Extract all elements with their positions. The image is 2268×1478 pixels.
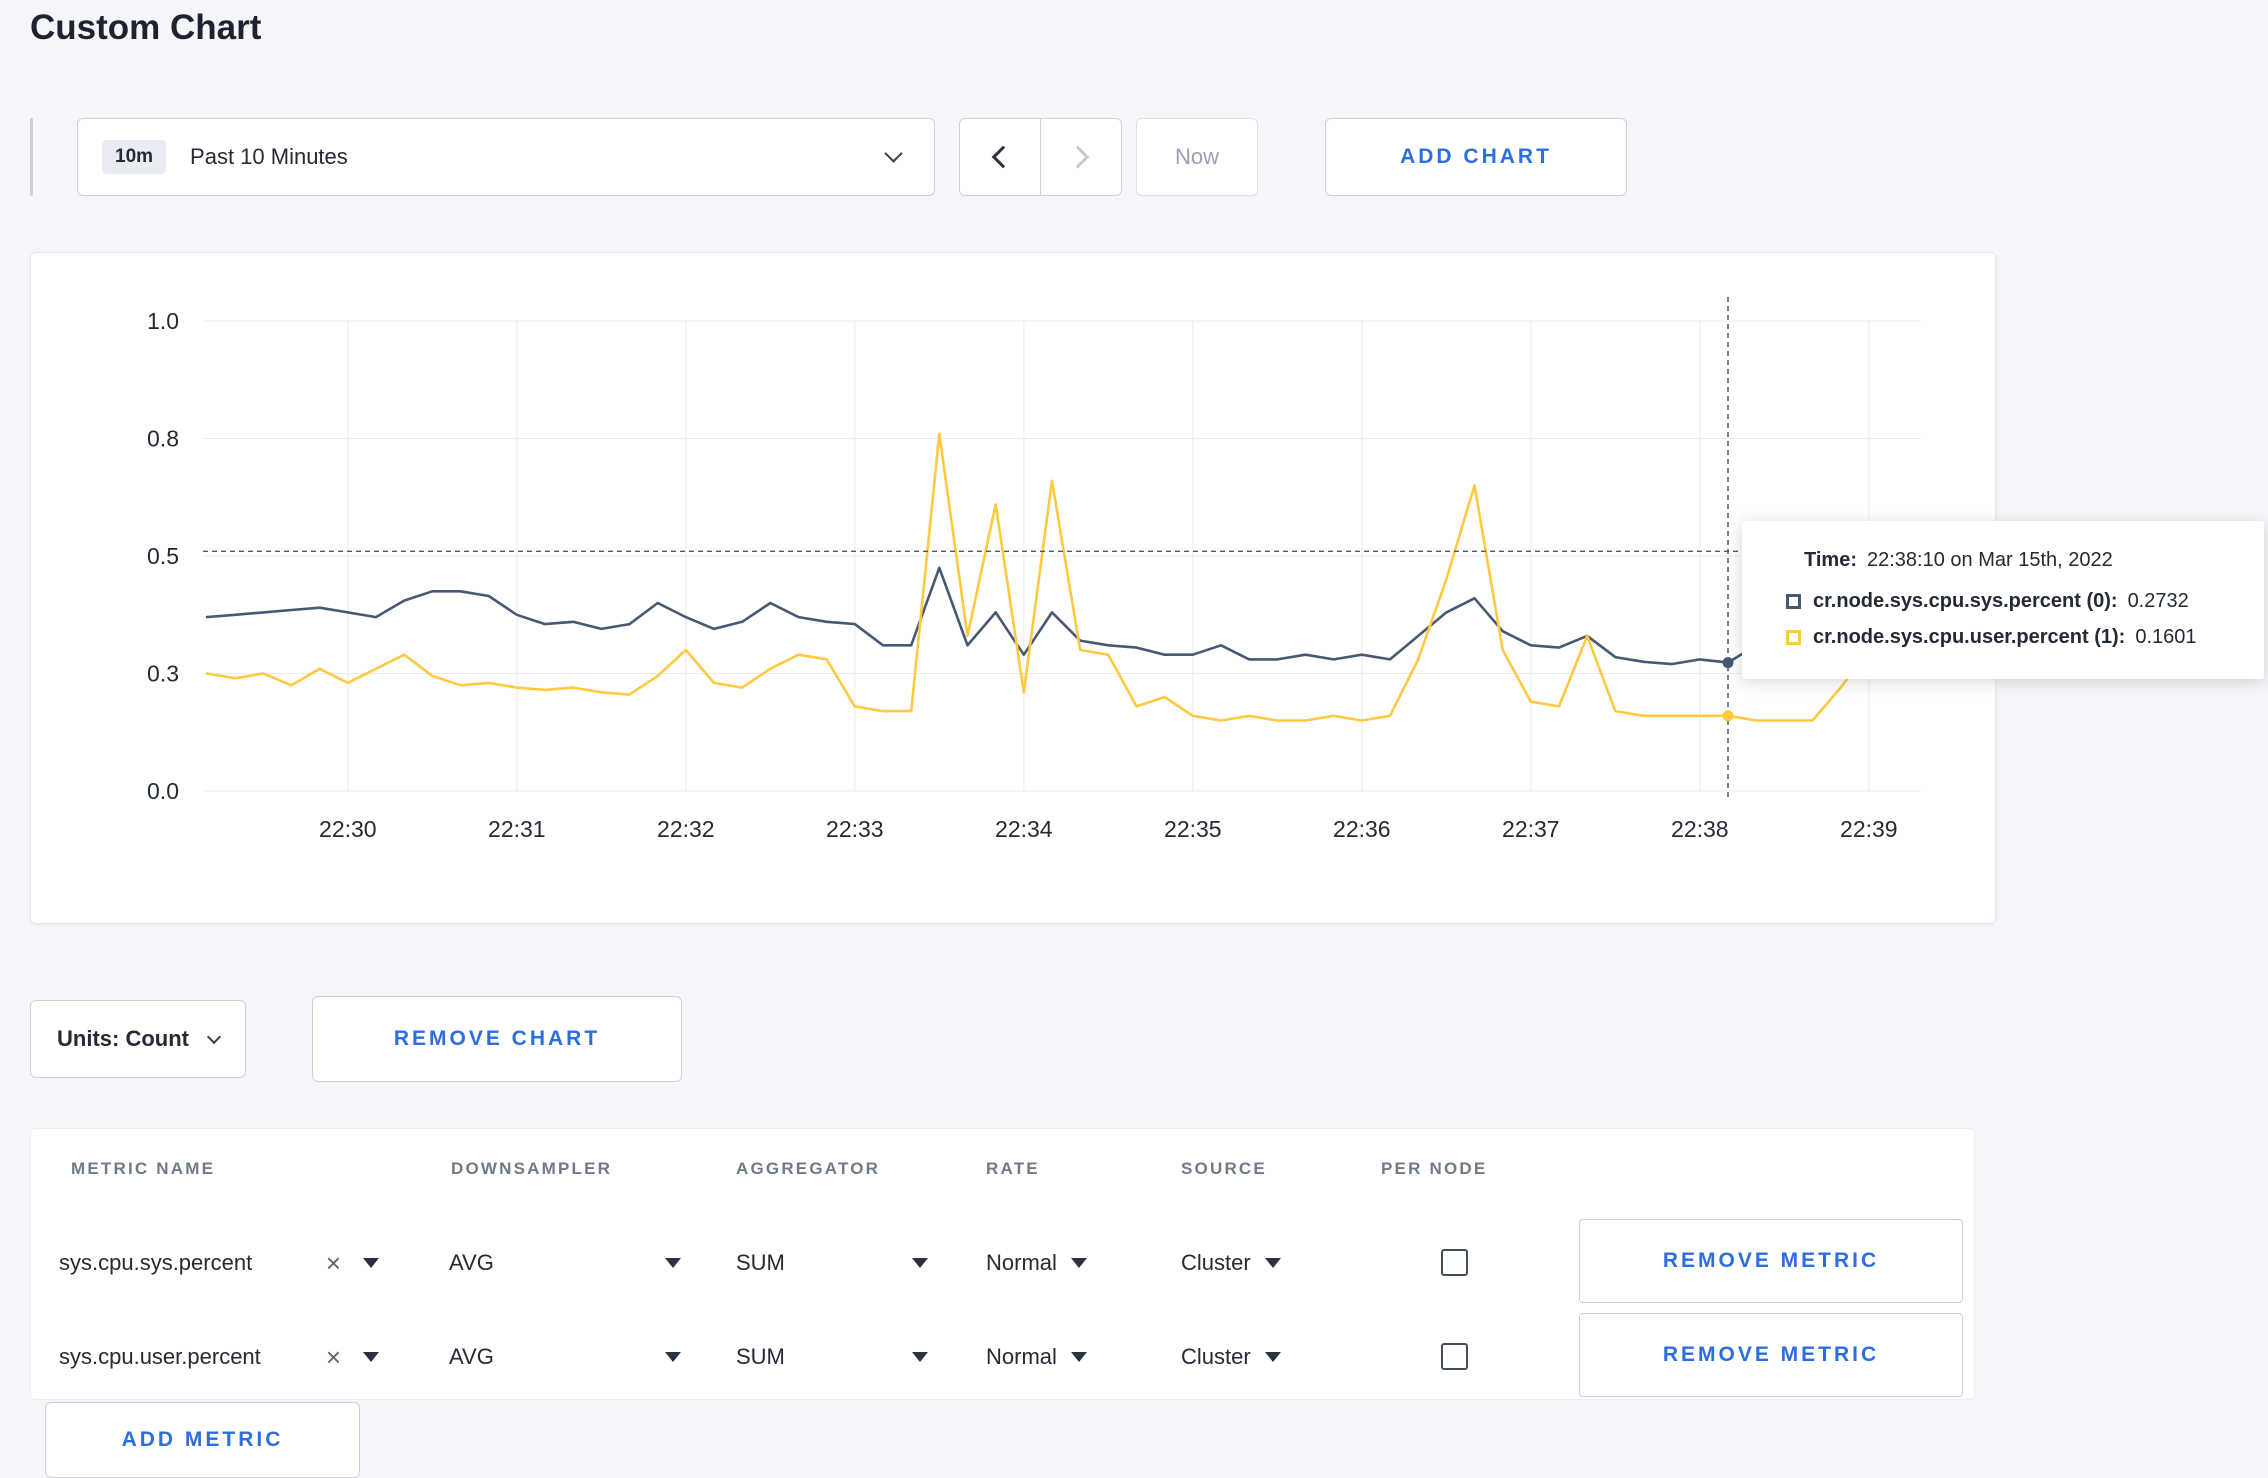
metric-name: sys.cpu.sys.percent xyxy=(59,1250,253,1275)
downsampler-select[interactable]: AVG xyxy=(449,1333,681,1381)
col-header-downsampler: DOWNSAMPLER xyxy=(451,1159,613,1178)
x-axis-label: 22:30 xyxy=(319,816,377,842)
rate-select[interactable]: Normal xyxy=(986,1239,1087,1287)
remove-token-icon[interactable]: × xyxy=(326,1344,341,1370)
col-header-aggregator: AGGREGATOR xyxy=(736,1159,881,1178)
chevron-down-icon xyxy=(206,1029,222,1045)
custom-chart-page: Custom Chart 10m Past 10 Minutes Now ADD… xyxy=(0,0,2268,1478)
time-prev-button[interactable] xyxy=(959,118,1041,196)
metric-name-select[interactable]: sys.cpu.user.percent × xyxy=(59,1333,379,1381)
x-axis-label: 22:34 xyxy=(995,816,1053,842)
x-axis-label: 22:35 xyxy=(1164,816,1222,842)
downsampler-value: AVG xyxy=(449,1250,494,1275)
page-title: Custom Chart xyxy=(30,8,262,47)
chart-tooltip: Time: 22:38:10 on Mar 15th, 2022 cr.node.… xyxy=(1742,521,2264,679)
units-label: Units: Count xyxy=(57,1026,189,1051)
col-header-rate: RATE xyxy=(986,1159,1040,1178)
tooltip-time-row: Time: 22:38:10 on Mar 15th, 2022 xyxy=(1804,549,2234,572)
remove-chart-button[interactable]: REMOVE CHART xyxy=(312,996,682,1082)
y-axis-label: 0.0 xyxy=(147,778,179,804)
series-user-swatch-icon xyxy=(1786,630,1801,645)
tooltip-series-label: cr.node.sys.cpu.user.percent (1): xyxy=(1813,626,2126,648)
add-chart-button[interactable]: ADD CHART xyxy=(1325,118,1627,196)
x-axis-label: 22:39 xyxy=(1840,816,1898,842)
tooltip-series-row: cr.node.sys.cpu.sys.percent (0): 0.2732 xyxy=(1786,590,2234,613)
now-button[interactable]: Now xyxy=(1136,118,1258,196)
downsampler-value: AVG xyxy=(449,1344,494,1369)
rate-value: Normal xyxy=(986,1344,1057,1369)
series-line xyxy=(205,432,1899,722)
aggregator-value: SUM xyxy=(736,1250,785,1275)
time-pager xyxy=(959,118,1122,196)
x-axis-label: 22:36 xyxy=(1333,816,1391,842)
metrics-table: METRIC NAME DOWNSAMPLER AGGREGATOR RATE … xyxy=(30,1128,1975,1400)
remove-metric-button[interactable]: REMOVE METRIC xyxy=(1579,1313,1963,1397)
downsampler-select[interactable]: AVG xyxy=(449,1239,681,1287)
crosshair-dot xyxy=(1722,657,1734,669)
x-axis-label: 22:37 xyxy=(1502,816,1560,842)
x-axis-label: 22:33 xyxy=(826,816,884,842)
y-axis-label: 0.5 xyxy=(147,543,179,569)
aggregator-select[interactable]: SUM xyxy=(736,1239,928,1287)
col-header-metric-name: METRIC NAME xyxy=(71,1159,216,1178)
time-range-dropdown[interactable]: 10m Past 10 Minutes xyxy=(77,118,935,196)
caret-down-icon[interactable] xyxy=(363,1352,379,1362)
aggregator-select[interactable]: SUM xyxy=(736,1333,928,1381)
caret-down-icon xyxy=(912,1258,928,1268)
y-axis-label: 0.8 xyxy=(147,426,179,452)
time-range-badge: 10m xyxy=(102,140,167,174)
time-next-button[interactable] xyxy=(1040,118,1122,196)
metric-name-select[interactable]: sys.cpu.sys.percent × xyxy=(59,1239,379,1287)
tooltip-series-value: 0.1601 xyxy=(2135,626,2197,648)
add-metric-button[interactable]: ADD METRIC xyxy=(45,1402,360,1478)
caret-down-icon xyxy=(665,1352,681,1362)
toolbar-divider xyxy=(30,118,33,196)
rate-select[interactable]: Normal xyxy=(986,1333,1087,1381)
y-axis-label: 0.3 xyxy=(147,661,179,687)
caret-down-icon xyxy=(912,1352,928,1362)
remove-metric-button[interactable]: REMOVE METRIC xyxy=(1579,1219,1963,1303)
x-axis-label: 22:31 xyxy=(488,816,546,842)
caret-down-icon xyxy=(665,1258,681,1268)
aggregator-value: SUM xyxy=(736,1344,785,1369)
remove-token-icon[interactable]: × xyxy=(326,1250,341,1276)
tooltip-series-label: cr.node.sys.cpu.sys.percent (0): xyxy=(1813,590,2118,612)
source-value: Cluster xyxy=(1181,1344,1251,1369)
rate-value: Normal xyxy=(986,1250,1057,1275)
tooltip-time-label: Time: xyxy=(1804,549,1857,571)
source-select[interactable]: Cluster xyxy=(1181,1239,1281,1287)
source-value: Cluster xyxy=(1181,1250,1251,1275)
tooltip-series-row: cr.node.sys.cpu.user.percent (1): 0.1601 xyxy=(1786,626,2234,649)
y-axis-label: 1.0 xyxy=(147,308,179,334)
time-series-chart[interactable]: 1.0 0.8 0.5 0.3 0.0 22:30 22:31 22:32 22:33 22:34… xyxy=(31,253,1995,923)
x-axis-label: 22:38 xyxy=(1671,816,1729,842)
source-select[interactable]: Cluster xyxy=(1181,1333,1281,1381)
caret-down-icon xyxy=(1070,1258,1087,1268)
per-node-checkbox[interactable] xyxy=(1441,1249,1468,1276)
crosshair-dot xyxy=(1722,710,1734,722)
chevron-right-icon xyxy=(1066,145,1090,169)
tooltip-time-value: 22:38:10 on Mar 15th, 2022 xyxy=(1866,549,2113,571)
per-node-checkbox[interactable] xyxy=(1441,1343,1468,1370)
x-axis-label: 22:32 xyxy=(657,816,715,842)
chevron-left-icon xyxy=(991,145,1015,169)
chevron-down-icon xyxy=(884,144,903,163)
caret-down-icon xyxy=(1264,1258,1281,1268)
units-dropdown[interactable]: Units: Count xyxy=(30,1000,246,1078)
tooltip-series-value: 0.2732 xyxy=(2127,590,2189,612)
chart-panel: 1.0 0.8 0.5 0.3 0.0 22:30 22:31 22:32 22:33 22:34… xyxy=(30,252,1996,924)
series-sys-swatch-icon xyxy=(1786,594,1801,609)
col-header-source: SOURCE xyxy=(1181,1159,1267,1178)
caret-down-icon xyxy=(1070,1352,1087,1362)
series-line xyxy=(205,566,1899,666)
metric-name: sys.cpu.user.percent xyxy=(59,1344,261,1369)
caret-down-icon[interactable] xyxy=(363,1258,379,1268)
col-header-per-node: PER NODE xyxy=(1381,1159,1488,1178)
time-range-label: Past 10 Minutes xyxy=(190,144,348,169)
caret-down-icon xyxy=(1264,1352,1281,1362)
